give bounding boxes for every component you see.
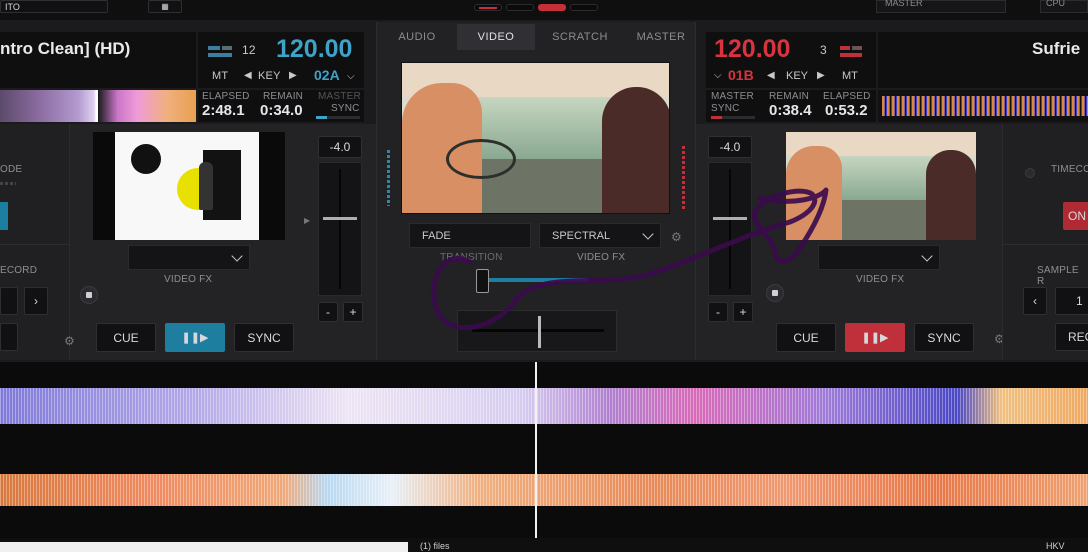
purple-scribble — [431, 187, 829, 331]
pen-annotation-overlay — [431, 187, 829, 331]
